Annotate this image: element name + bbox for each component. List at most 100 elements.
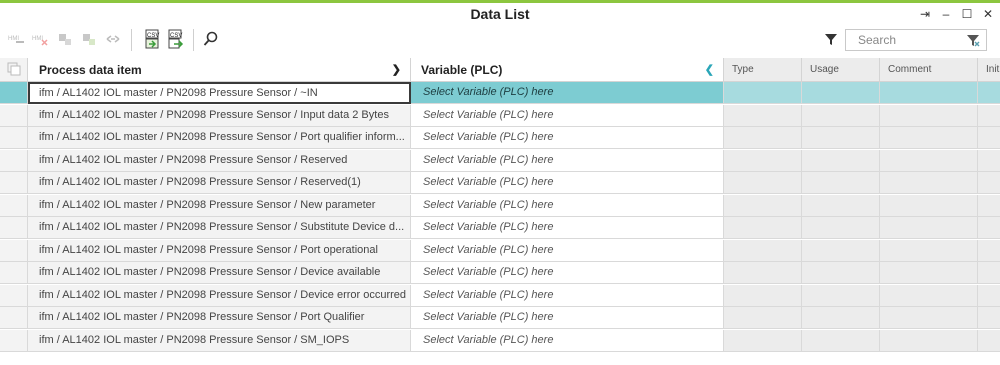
process-data-item-cell[interactable]: ifm / AL1402 IOL master / PN2098 Pressur… xyxy=(28,127,411,149)
row-selector[interactable] xyxy=(0,284,28,307)
initial-cell[interactable] xyxy=(978,239,1000,262)
table-row[interactable]: ifm / AL1402 IOL master / PN2098 Pressur… xyxy=(0,262,1000,284)
usage-cell[interactable] xyxy=(802,284,880,307)
hmi-link-icon[interactable]: HMI xyxy=(6,28,28,50)
table-row[interactable]: ifm / AL1402 IOL master / PN2098 Pressur… xyxy=(0,172,1000,194)
type-cell[interactable] xyxy=(724,262,802,284)
row-selector[interactable] xyxy=(0,149,28,172)
process-data-item-cell[interactable]: ifm / AL1402 IOL master / PN2098 Pressur… xyxy=(28,149,411,172)
initial-cell[interactable] xyxy=(978,127,1000,149)
row-selector[interactable] xyxy=(0,307,28,329)
type-cell[interactable] xyxy=(724,307,802,329)
row-selector[interactable] xyxy=(0,239,28,262)
hmi-unlink-icon[interactable]: HMI xyxy=(30,28,52,50)
collapse-right-icon[interactable]: ❯ xyxy=(392,58,401,82)
comment-cell[interactable] xyxy=(880,104,978,127)
row-selector[interactable] xyxy=(0,104,28,127)
usage-cell[interactable] xyxy=(802,104,880,127)
comment-cell[interactable] xyxy=(880,217,978,239)
row-selector[interactable] xyxy=(0,82,28,104)
filter-icon[interactable] xyxy=(820,28,842,50)
usage-cell[interactable] xyxy=(802,149,880,172)
row-selector[interactable] xyxy=(0,217,28,239)
column-header-initial[interactable]: Init xyxy=(978,58,1000,82)
process-data-item-cell[interactable]: ifm / AL1402 IOL master / PN2098 Pressur… xyxy=(28,194,411,217)
variable-plc-cell[interactable]: Select Variable (PLC) here xyxy=(411,284,724,307)
table-row[interactable]: ifm / AL1402 IOL master / PN2098 Pressur… xyxy=(0,284,1000,307)
usage-cell[interactable] xyxy=(802,82,880,104)
minimize-button[interactable]: – xyxy=(940,7,952,21)
row-selector[interactable] xyxy=(0,329,28,352)
comment-cell[interactable] xyxy=(880,284,978,307)
export-csv-icon[interactable]: CSV xyxy=(164,28,186,50)
type-cell[interactable] xyxy=(724,284,802,307)
select-all-header[interactable] xyxy=(0,58,28,82)
usage-cell[interactable] xyxy=(802,262,880,284)
comment-cell[interactable] xyxy=(880,239,978,262)
initial-cell[interactable] xyxy=(978,284,1000,307)
initial-cell[interactable] xyxy=(978,329,1000,352)
variable-plc-cell[interactable]: Select Variable (PLC) here xyxy=(411,262,724,284)
add-tag-icon[interactable] xyxy=(54,28,76,50)
usage-cell[interactable] xyxy=(802,239,880,262)
type-cell[interactable] xyxy=(724,82,802,104)
comment-cell[interactable] xyxy=(880,307,978,329)
close-button[interactable]: ✕ xyxy=(982,7,994,21)
row-selector[interactable] xyxy=(0,127,28,149)
variable-plc-cell[interactable]: Select Variable (PLC) here xyxy=(411,149,724,172)
usage-cell[interactable] xyxy=(802,172,880,194)
variable-plc-cell[interactable]: Select Variable (PLC) here xyxy=(411,307,724,329)
table-row[interactable]: ifm / AL1402 IOL master / PN2098 Pressur… xyxy=(0,104,1000,127)
row-selector[interactable] xyxy=(0,262,28,284)
process-data-item-cell[interactable]: ifm / AL1402 IOL master / PN2098 Pressur… xyxy=(28,172,411,194)
process-data-item-cell[interactable]: ifm / AL1402 IOL master / PN2098 Pressur… xyxy=(28,284,411,307)
type-cell[interactable] xyxy=(724,239,802,262)
table-row[interactable]: ifm / AL1402 IOL master / PN2098 Pressur… xyxy=(0,307,1000,329)
variable-plc-cell[interactable]: Select Variable (PLC) here xyxy=(411,104,724,127)
link-icon[interactable] xyxy=(102,28,124,50)
maximize-button[interactable]: ☐ xyxy=(961,7,973,21)
type-cell[interactable] xyxy=(724,104,802,127)
clear-filter-icon[interactable] xyxy=(966,33,980,52)
table-row[interactable]: ifm / AL1402 IOL master / PN2098 Pressur… xyxy=(0,194,1000,217)
comment-cell[interactable] xyxy=(880,329,978,352)
process-data-item-cell[interactable]: ifm / AL1402 IOL master / PN2098 Pressur… xyxy=(28,262,411,284)
usage-cell[interactable] xyxy=(802,127,880,149)
column-header-comment[interactable]: Comment xyxy=(880,58,978,82)
initial-cell[interactable] xyxy=(978,307,1000,329)
initial-cell[interactable] xyxy=(978,262,1000,284)
remove-tag-icon[interactable] xyxy=(78,28,100,50)
type-cell[interactable] xyxy=(724,127,802,149)
column-header-usage[interactable]: Usage xyxy=(802,58,880,82)
column-header-process-data-item[interactable]: Process data item ❯ xyxy=(28,58,411,82)
pin-icon[interactable]: ⇥ xyxy=(919,7,931,21)
table-row[interactable]: ifm / AL1402 IOL master / PN2098 Pressur… xyxy=(0,329,1000,352)
table-row[interactable]: ifm / AL1402 IOL master / PN2098 Pressur… xyxy=(0,82,1000,104)
import-csv-icon[interactable]: CSV xyxy=(141,28,163,50)
process-data-item-cell[interactable]: ifm / AL1402 IOL master / PN2098 Pressur… xyxy=(28,104,411,127)
type-cell[interactable] xyxy=(724,149,802,172)
comment-cell[interactable] xyxy=(880,82,978,104)
table-row[interactable]: ifm / AL1402 IOL master / PN2098 Pressur… xyxy=(0,127,1000,149)
comment-cell[interactable] xyxy=(880,262,978,284)
variable-plc-cell[interactable]: Select Variable (PLC) here xyxy=(411,239,724,262)
variable-plc-cell[interactable]: Select Variable (PLC) here xyxy=(411,329,724,352)
table-row[interactable]: ifm / AL1402 IOL master / PN2098 Pressur… xyxy=(0,149,1000,172)
row-selector[interactable] xyxy=(0,172,28,194)
usage-cell[interactable] xyxy=(802,307,880,329)
row-selector[interactable] xyxy=(0,194,28,217)
column-header-variable-plc[interactable]: Variable (PLC) ❮ xyxy=(411,58,724,82)
variable-plc-cell[interactable]: Select Variable (PLC) here xyxy=(411,82,724,104)
column-header-type[interactable]: Type xyxy=(724,58,802,82)
table-row[interactable]: ifm / AL1402 IOL master / PN2098 Pressur… xyxy=(0,217,1000,239)
collapse-left-icon[interactable]: ❮ xyxy=(705,58,714,82)
initial-cell[interactable] xyxy=(978,82,1000,104)
search-icon[interactable] xyxy=(200,28,222,50)
process-data-item-cell[interactable]: ifm / AL1402 IOL master / PN2098 Pressur… xyxy=(28,82,411,104)
initial-cell[interactable] xyxy=(978,104,1000,127)
comment-cell[interactable] xyxy=(880,194,978,217)
comment-cell[interactable] xyxy=(880,127,978,149)
search-input[interactable] xyxy=(846,30,972,50)
initial-cell[interactable] xyxy=(978,194,1000,217)
variable-plc-cell[interactable]: Select Variable (PLC) here xyxy=(411,172,724,194)
